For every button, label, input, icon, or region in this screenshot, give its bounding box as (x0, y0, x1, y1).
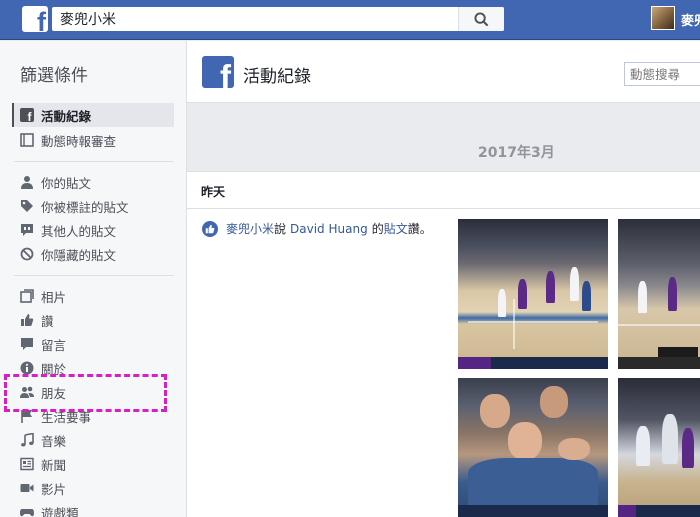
sidebar-item-label: 動態時報審查 (41, 133, 117, 149)
sidebar-item-label: 新聞 (41, 457, 67, 473)
sidebar-item-label: 遊戲類 (41, 505, 79, 517)
day-header: 昨天 (187, 172, 700, 209)
search-box (52, 7, 504, 31)
game-icon (20, 505, 34, 517)
info-icon (20, 361, 34, 375)
sidebar-item-news[interactable]: 新聞 (12, 452, 174, 476)
sidebar-item-label: 你的貼文 (41, 175, 92, 191)
person-icon (20, 175, 34, 189)
target-link[interactable]: David Huang (290, 222, 368, 236)
search-icon (474, 12, 489, 27)
sidebar-item-others-posts[interactable]: 其他人的貼文 (12, 218, 174, 242)
comment-icon (20, 337, 34, 351)
photo-thumbnail[interactable] (618, 219, 700, 369)
month-heading: 2017年3月 (478, 145, 555, 161)
hidden-icon (20, 247, 34, 261)
comment-quote-icon (20, 223, 34, 237)
sidebar-item-label: 相片 (41, 289, 67, 305)
facebook-logo-icon[interactable]: f (22, 6, 48, 32)
sidebar-item-music[interactable]: 音樂 (12, 428, 174, 452)
sidebar-item-games[interactable]: 遊戲類 (12, 500, 174, 517)
search-button[interactable] (458, 7, 504, 31)
sidebar-title: 篩選條件 (20, 66, 88, 86)
sidebar-item-label: 音樂 (41, 433, 67, 449)
activity-log-header: f 活動紀錄 (187, 41, 700, 103)
sidebar-item-label: 你隱藏的貼文 (41, 247, 117, 263)
sidebar-item-label: 影片 (41, 481, 67, 497)
day-label: 昨天 (201, 185, 226, 199)
page-title: 活動紀錄 (243, 67, 311, 87)
tag-icon (20, 199, 34, 213)
news-icon (20, 457, 34, 471)
music-icon (20, 433, 34, 447)
avatar[interactable] (651, 6, 675, 30)
sidebar-divider (14, 275, 174, 276)
post-link[interactable]: 貼文 (384, 220, 408, 237)
sidebar-item-label: 活動紀錄 (41, 108, 92, 124)
sidebar-item-label: 你被標註的貼文 (41, 199, 129, 215)
sidebar: 篩選條件 f 活動紀錄 動態時報審查 你的貼文 你被標註的貼文 其他人的貼文 你… (0, 41, 187, 517)
sidebar-item-tagged-posts[interactable]: 你被標註的貼文 (12, 194, 174, 218)
sidebar-item-label: 其他人的貼文 (41, 223, 117, 239)
activity-entry: 麥兜小米 說 David Huang 的 貼文 讚。 (202, 220, 432, 237)
sidebar-item-photos[interactable]: 相片 (12, 284, 174, 308)
activity-connector: 的 (371, 222, 384, 236)
sidebar-item-label: 留言 (41, 337, 67, 353)
sidebar-item-hidden-posts[interactable]: 你隱藏的貼文 (12, 242, 174, 266)
top-user-name[interactable]: 麥兜 (681, 10, 700, 29)
photo-thumbnail[interactable] (458, 219, 608, 369)
activity-search-input[interactable] (624, 62, 700, 86)
timeline-review-icon (20, 133, 34, 147)
sidebar-item-your-posts[interactable]: 你的貼文 (12, 170, 174, 194)
facebook-logo-icon: f (202, 56, 234, 88)
sidebar-item-label: 讚 (41, 313, 54, 329)
sidebar-item-timeline-review[interactable]: 動態時報審查 (12, 128, 174, 152)
actor-link[interactable]: 麥兜小米 (226, 220, 274, 237)
search-input[interactable] (52, 7, 457, 31)
thumbs-up-icon (20, 313, 34, 327)
sidebar-item-videos[interactable]: 影片 (12, 476, 174, 500)
highlight-box (4, 374, 167, 412)
photo-thumbnail[interactable] (618, 378, 700, 517)
top-bar: f 麥兜 (0, 0, 700, 40)
activity-verb: 說 (274, 222, 287, 236)
facebook-f-icon: f (20, 108, 34, 122)
photo-thumbnail[interactable] (458, 378, 608, 517)
like-icon (202, 220, 218, 237)
sidebar-divider (14, 161, 174, 162)
photos-icon (20, 289, 34, 303)
sidebar-item-likes[interactable]: 讚 (12, 308, 174, 332)
activity-end: 讚。 (407, 222, 432, 236)
sidebar-item-comments[interactable]: 留言 (12, 332, 174, 356)
sidebar-item-activity-log[interactable]: f 活動紀錄 (12, 103, 174, 127)
video-icon (20, 481, 34, 495)
